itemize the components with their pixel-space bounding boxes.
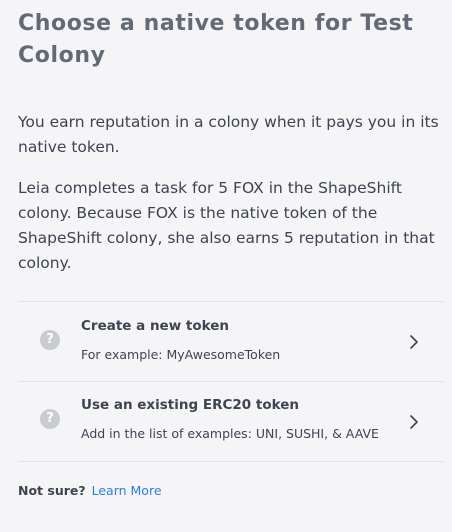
question-icon: ? <box>40 330 60 350</box>
option-subtitle: Add in the list of examples: UNI, SUSHI,… <box>81 426 379 441</box>
not-sure-label: Not sure? <box>18 483 86 498</box>
intro-paragraph-1: You earn reputation in a colony when it … <box>18 113 439 156</box>
use-existing-token-option[interactable]: ? Use an existing ERC20 token Add in the… <box>18 382 444 462</box>
option-title: Create a new token <box>81 318 229 334</box>
token-selection-panel: Choose a native token for Test Colony Yo… <box>18 0 444 498</box>
help-footer: Not sure? Learn More <box>18 481 162 501</box>
option-title: Use an existing ERC20 token <box>81 397 299 413</box>
create-new-token-option[interactable]: ? Create a new token For example: MyAwes… <box>18 302 444 382</box>
page-title: Choose a native token for Test Colony <box>18 11 414 68</box>
question-icon: ? <box>40 409 60 429</box>
chevron-right-icon <box>410 335 418 349</box>
chevron-right-icon <box>410 415 418 429</box>
token-options-list: ? Create a new token For example: MyAwes… <box>18 301 444 462</box>
option-subtitle: For example: MyAwesomeToken <box>81 347 281 362</box>
learn-more-link[interactable]: Learn More <box>92 483 162 498</box>
intro-paragraph-2: Leia completes a task for 5 FOX in the S… <box>18 179 435 272</box>
